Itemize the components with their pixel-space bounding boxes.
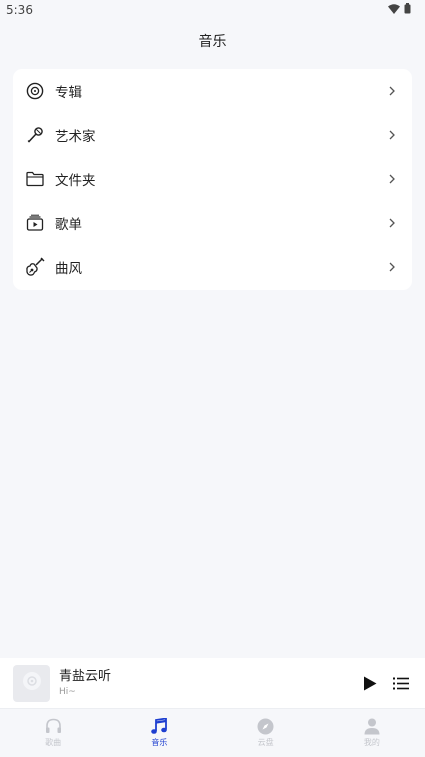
compass-icon [257,717,275,735]
menu-item-folders[interactable]: 文件夹 [13,157,412,201]
tab-music[interactable]: 音乐 [106,709,212,757]
chevron-right-icon [387,172,397,186]
play-button[interactable] [360,673,380,693]
person-icon [363,717,381,735]
menu-item-label: 歌单 [55,217,82,233]
tab-cloud[interactable]: 云盘 [213,709,319,757]
bottom-tab-bar: 歌曲 音乐 云盘 我的 [0,708,425,757]
now-playing-title: 青盐云听 [59,668,112,684]
music-note-icon [150,717,168,735]
battery-icon [404,3,411,17]
menu-item-playlists[interactable]: 歌单 [13,201,412,245]
chevron-right-icon [387,260,397,274]
play-icon [364,676,377,690]
menu-item-label: 曲风 [55,261,82,277]
tab-label: 云盘 [257,738,274,747]
page-title: 音乐 [198,34,227,50]
disc-placeholder-icon [22,671,42,695]
headphones-icon [44,717,62,735]
album-cover[interactable] [13,664,50,702]
folder-icon [25,169,45,189]
tab-label: 歌曲 [45,738,62,747]
now-playing-info[interactable]: 青盐云听 Hi~ [59,669,360,698]
menu-item-albums[interactable]: 专辑 [13,69,412,113]
playlist-icon [25,213,45,233]
tab-label: 音乐 [151,738,168,747]
microphone-icon [25,125,45,145]
album-disc-icon [25,81,45,101]
chevron-right-icon [387,128,397,142]
wifi-icon [388,3,400,17]
status-bar: 5:36 [0,0,425,20]
tab-mine[interactable]: 我的 [319,709,425,757]
menu-item-label: 艺术家 [55,129,96,145]
mini-player[interactable]: 青盐云听 Hi~ [0,658,425,708]
menu-item-label: 专辑 [55,85,82,101]
tab-songs[interactable]: 歌曲 [0,709,106,757]
tab-label: 我的 [363,738,380,747]
now-playing-subtitle: Hi~ [59,686,76,697]
status-time: 5:36 [6,3,33,17]
guitar-icon [25,257,45,277]
menu-item-artists[interactable]: 艺术家 [13,113,412,157]
queue-list-icon [393,677,409,689]
library-menu-card: 专辑 艺术家 文件夹 歌单 曲风 [13,69,412,290]
status-icons [388,3,411,17]
menu-item-label: 文件夹 [55,173,96,189]
queue-button[interactable] [391,673,411,693]
chevron-right-icon [387,84,397,98]
chevron-right-icon [387,216,397,230]
menu-item-genres[interactable]: 曲风 [13,245,412,289]
